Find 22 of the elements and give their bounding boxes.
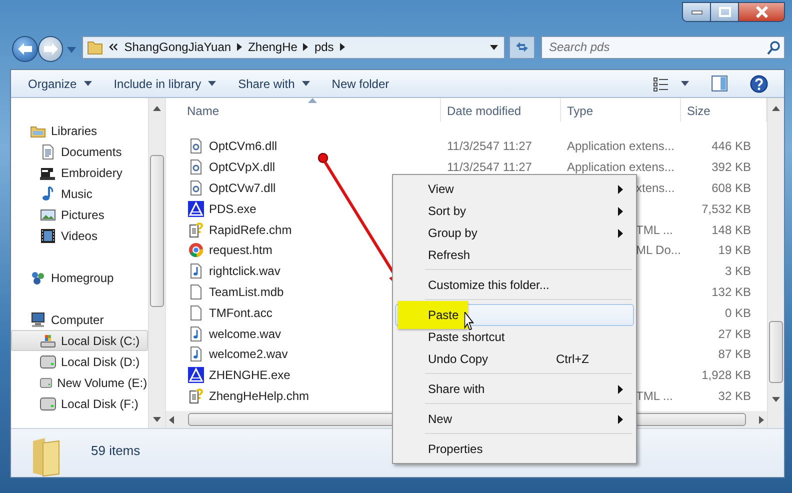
file-type: ML Do... xyxy=(636,243,681,258)
file-size: 3 KB xyxy=(724,264,751,278)
file-type: TML ... xyxy=(636,222,673,237)
file-type: TML ... xyxy=(636,388,673,403)
date-modified: 11/3/2547 11:27 xyxy=(447,139,532,154)
file-size: 27 KB xyxy=(718,326,751,341)
file-type: xtens... xyxy=(636,180,675,195)
file-size: 392 KB xyxy=(712,160,751,174)
file-size: 7,532 KB xyxy=(702,202,751,216)
item-count: 59 items xyxy=(91,442,140,460)
file-size: 608 KB xyxy=(712,180,751,195)
file-size: 0 KB xyxy=(724,306,751,320)
date-modified: 11/3/2547 11:27 xyxy=(447,160,532,174)
file-size: 132 KB xyxy=(712,284,751,299)
file-size: 19 KB xyxy=(718,243,751,258)
file-type: Application extens... xyxy=(567,160,674,174)
file-size: 148 KB xyxy=(712,222,751,237)
file-size: 1,928 KB xyxy=(702,368,751,382)
file-size: 446 KB xyxy=(712,139,751,154)
file-size: 87 KB xyxy=(718,347,751,362)
file-size: 32 KB xyxy=(718,388,751,403)
file-type: Application extens... xyxy=(567,139,674,154)
